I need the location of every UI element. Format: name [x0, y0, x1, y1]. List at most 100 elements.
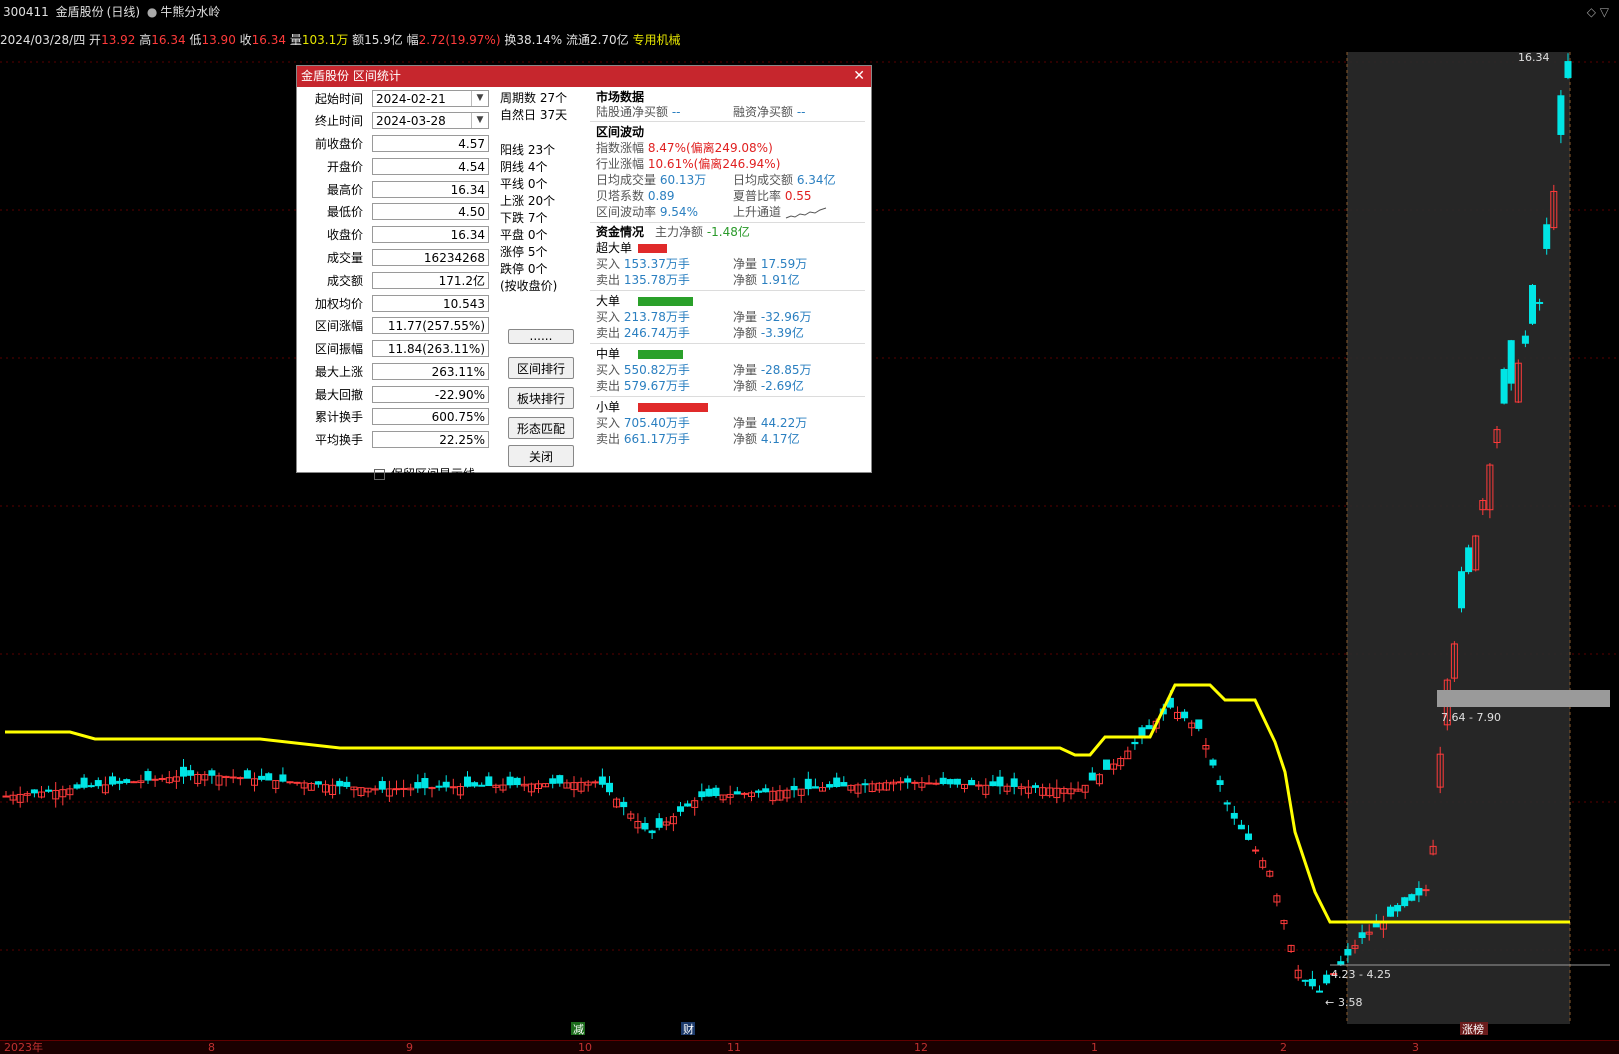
- netamt-label: 净额: [733, 273, 758, 287]
- checkbox-icon[interactable]: [374, 469, 385, 480]
- idx-dev-value: 249.08%: [714, 141, 769, 155]
- count-item: 下跌 7个: [500, 211, 548, 225]
- field-label: 起始时间: [314, 92, 363, 106]
- more-button[interactable]: ......: [508, 329, 574, 344]
- interval-rank-button[interactable]: 区间排行: [508, 357, 574, 379]
- sector-tag[interactable]: 专用机械: [633, 33, 681, 47]
- candle-body: [904, 778, 912, 783]
- ind-value: 10.61%: [647, 157, 694, 171]
- idx-value: 8.47%: [647, 141, 686, 155]
- beta-label: 贝塔系数: [596, 189, 645, 203]
- dialog-titlebar[interactable]: 金盾股份 区间统计 ✕: [297, 66, 871, 87]
- field-row: 成交额 171.2亿: [297, 272, 497, 291]
- candle-body: [826, 784, 834, 788]
- field-label: 加权均价: [314, 297, 363, 311]
- fund-buy-row: 买入 213.78万手: [596, 309, 690, 325]
- net-value: 44.22万: [760, 416, 808, 430]
- field-label: 终止时间: [314, 114, 363, 128]
- candle-body: [208, 770, 216, 776]
- low-price-mark: 3.58: [1338, 996, 1363, 1009]
- dropdown-arrow-icon[interactable]: ▼: [471, 113, 488, 128]
- divider: [590, 121, 865, 122]
- indicator-name[interactable]: 牛熊分水岭: [160, 5, 220, 19]
- candle-body: [30, 789, 38, 794]
- pattern-match-button[interactable]: 形态匹配: [508, 417, 574, 439]
- candle-body: [343, 781, 351, 787]
- interval-stats-dialog[interactable]: 金盾股份 区间统计 ✕ 起始时间 2024-02-21 ▼ 终止时间 2024-0…: [296, 65, 872, 481]
- candle-body: [968, 780, 976, 786]
- fund-netamt-row: 净额 4.17亿: [733, 431, 800, 447]
- candle-body: [513, 777, 521, 786]
- candle-body: [1337, 961, 1345, 965]
- field-value: -22.90%: [372, 386, 489, 403]
- avgvol-label: 日均成交量: [596, 173, 657, 187]
- count-item: 上涨 20个: [500, 194, 556, 208]
- field-label: 成交额: [326, 274, 363, 288]
- window-control-icons[interactable]: ◇ ▽: [1587, 0, 1609, 24]
- candle-body: [94, 780, 102, 787]
- keep-interval-checkbox[interactable]: 保留区间显示线: [374, 467, 475, 481]
- stock-name[interactable]: 金盾股份: [56, 5, 104, 19]
- candle-body: [1564, 61, 1572, 78]
- dialog-title: 金盾股份 区间统计: [301, 69, 401, 83]
- high-value: 16.34: [151, 33, 186, 47]
- candle-body: [897, 781, 905, 784]
- field-row: 最大回撤 -22.90%: [297, 386, 497, 405]
- netamt-value: 1.91亿: [760, 273, 800, 287]
- candle-body: [158, 777, 166, 780]
- candle-body: [1181, 711, 1189, 719]
- candle-body: [598, 776, 606, 785]
- fund-sell-row: 卖出 246.74万手: [596, 325, 690, 341]
- candle-body: [975, 784, 983, 787]
- low-value: 13.90: [201, 33, 236, 47]
- close-button[interactable]: 关闭: [508, 445, 574, 467]
- buy-value: 153.37万手: [623, 257, 690, 271]
- fund-group-bar: [638, 297, 693, 306]
- candle-body: [151, 778, 159, 781]
- divider: [590, 343, 865, 344]
- candle-body: [506, 776, 514, 786]
- field-label: 累计换手: [314, 410, 363, 424]
- candle-body: [1088, 772, 1096, 781]
- candle-body: [549, 778, 557, 784]
- volatility-heading: 区间波动: [596, 125, 645, 139]
- idx-dev-label: 偏离: [690, 141, 715, 155]
- end-date-value: 2024-03-28: [376, 114, 446, 128]
- idx-label: 指数涨幅: [596, 141, 645, 155]
- candle-body: [925, 782, 933, 785]
- candle-body: [755, 790, 763, 793]
- title-bar: 300411 金盾股份 (日线) ● 牛熊分水岭 ◇ ▽: [0, 0, 1619, 24]
- float-value: 2.70亿: [589, 33, 629, 47]
- candle-body: [229, 776, 237, 779]
- band-upper-label: 7.64 - 7.90: [1441, 711, 1501, 724]
- sell-value: 135.78万手: [623, 273, 690, 287]
- close-icon[interactable]: ✕: [853, 66, 865, 87]
- field-row: 区间涨幅 11.77(257.55%): [297, 317, 497, 336]
- candle-body: [1408, 894, 1416, 901]
- dropdown-arrow-icon[interactable]: ▼: [471, 91, 488, 106]
- main-net-label: 主力净额: [655, 225, 704, 239]
- end-date-picker[interactable]: 2024-03-28 ▼: [372, 112, 489, 129]
- field-label: 平均换手: [314, 433, 363, 447]
- low-arrow-icon: ←: [1325, 996, 1334, 1009]
- candle-body: [1252, 849, 1260, 852]
- close-label: 收: [239, 33, 252, 47]
- start-date-picker[interactable]: 2024-02-21 ▼: [372, 90, 489, 107]
- sector-rank-button[interactable]: 板块排行: [508, 387, 574, 409]
- candle-body: [1358, 932, 1366, 938]
- sharpe-value: 0.55: [784, 189, 812, 203]
- candle-body: [953, 778, 961, 785]
- candle-body: [1415, 887, 1423, 896]
- netamt-label: 净额: [733, 326, 758, 340]
- candle-body: [1401, 897, 1409, 907]
- main-net-value: -1.48亿: [706, 225, 750, 239]
- candle-body: [1521, 335, 1529, 344]
- amt-label: 额: [352, 33, 365, 47]
- field-value: 16.34: [372, 181, 489, 198]
- candle-body: [1301, 979, 1309, 982]
- net-value: -28.85万: [760, 363, 812, 377]
- x-label: 2023年: [4, 1041, 43, 1054]
- turn-label: 换: [504, 33, 517, 47]
- field-row: 加权均价 10.543: [297, 295, 497, 314]
- period-label[interactable]: (日线): [107, 5, 140, 19]
